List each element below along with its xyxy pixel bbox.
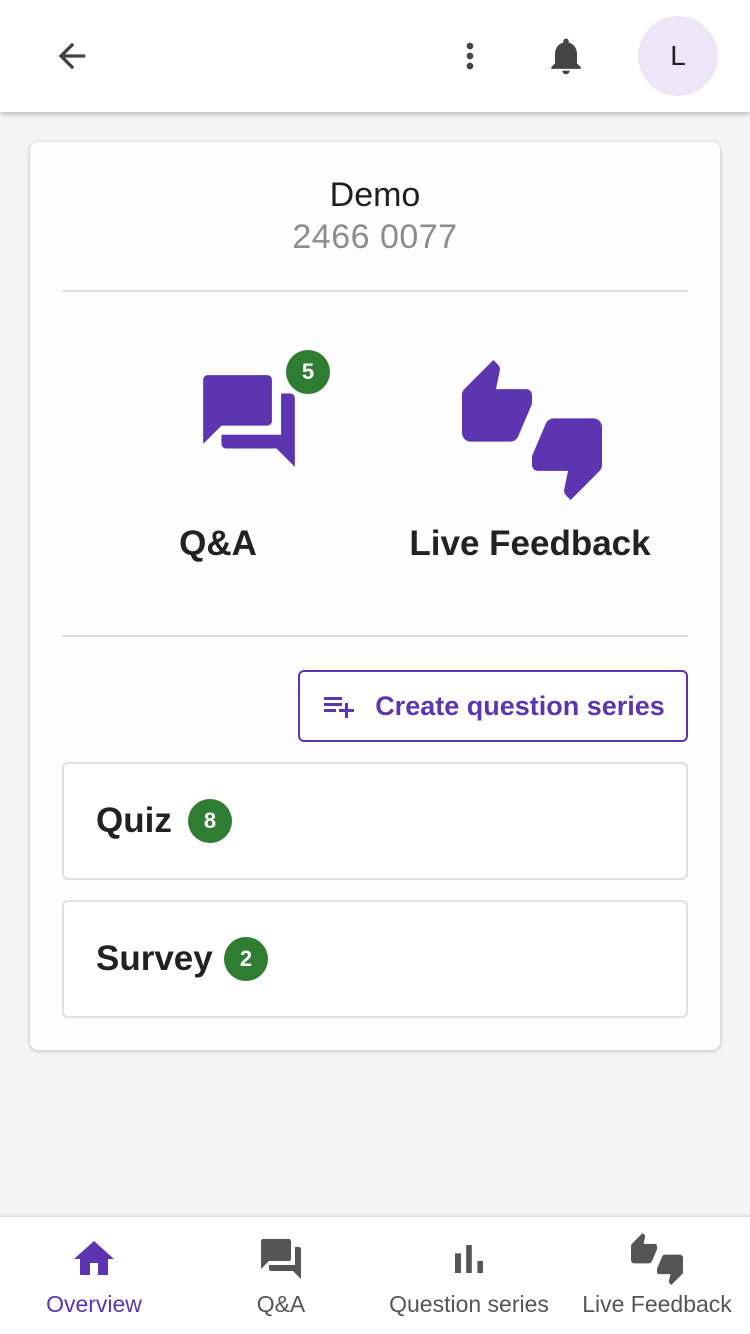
forum-icon	[261, 1239, 301, 1279]
divider	[62, 290, 688, 292]
bottom-navigation: Overview Q&A Question series Live Feedba…	[0, 1216, 750, 1334]
live-feedback-feature-label: Live Feedback	[409, 524, 651, 563]
divider	[62, 635, 688, 637]
nav-item-live-feedback[interactable]: Live Feedback	[564, 1217, 750, 1334]
qa-count-badge: 5	[286, 350, 330, 394]
nav-item-label: Question series	[389, 1291, 549, 1317]
nav-icon-wrap	[188, 1235, 374, 1283]
nav-item-label: Q&A	[256, 1291, 306, 1317]
nav-icon-wrap	[564, 1233, 750, 1285]
create-question-series-label: Create question series	[375, 690, 665, 721]
home-icon	[74, 1241, 114, 1275]
thumbs-up-down-icon	[631, 1233, 683, 1285]
avatar[interactable]: L	[638, 16, 718, 96]
arrow-back-icon	[58, 42, 86, 70]
series-item-label: Survey	[96, 939, 213, 978]
series-count-badge: 8	[188, 799, 232, 843]
nav-item-qa[interactable]: Q&A	[188, 1217, 374, 1334]
nav-icon-wrap	[0, 1235, 188, 1283]
nav-icon-wrap	[374, 1235, 564, 1283]
back-button[interactable]	[36, 20, 108, 92]
qa-icon-wrap: 5	[68, 350, 368, 502]
top-app-bar: L	[0, 0, 750, 112]
nav-item-label: Overview	[46, 1291, 142, 1317]
room-name: Demo	[329, 176, 421, 214]
live-feedback-feature-button[interactable]: Live Feedback	[380, 352, 680, 572]
qa-feature-label: Q&A	[179, 524, 257, 563]
series-count-badge: 2	[224, 937, 268, 981]
bar-chart-icon	[455, 1245, 483, 1273]
nav-item-question-series[interactable]: Question series	[374, 1217, 564, 1334]
nav-item-overview[interactable]: Overview	[0, 1217, 188, 1334]
more-vert-icon	[466, 42, 474, 70]
nav-item-label: Live Feedback	[582, 1291, 732, 1317]
forum-icon	[203, 375, 295, 467]
room-code: 2466 0077	[292, 218, 458, 256]
more-options-button[interactable]	[434, 20, 506, 92]
create-question-series-button[interactable]: Create question series	[298, 670, 688, 742]
bell-icon	[551, 38, 581, 75]
playlist-add-icon	[324, 697, 355, 718]
room-card: Demo 2466 0077 5 Q&A Live Feedback Creat…	[30, 142, 720, 1050]
series-item-survey[interactable]: Survey 2	[62, 900, 688, 1018]
feedback-icon-wrap	[380, 352, 680, 502]
series-item-quiz[interactable]: Quiz 8	[62, 762, 688, 880]
qa-feature-button[interactable]: 5 Q&A	[68, 350, 368, 572]
series-item-label: Quiz	[96, 801, 172, 840]
thumbs-up-down-icon	[462, 360, 602, 500]
notifications-button[interactable]	[530, 20, 602, 92]
